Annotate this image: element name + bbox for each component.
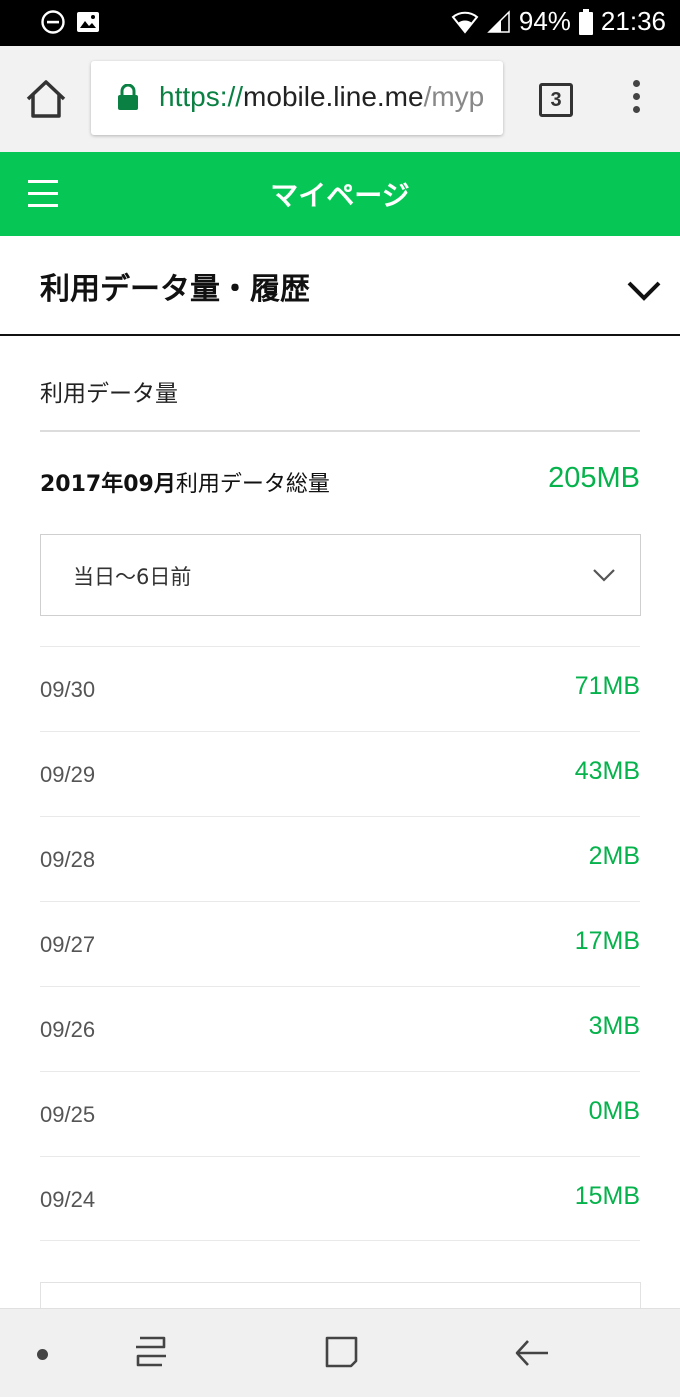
page-title: マイページ	[270, 179, 410, 212]
lock-icon	[117, 83, 139, 114]
usage-date: 09/25	[40, 1102, 96, 1127]
usage-amount: 15MB	[574, 1182, 640, 1210]
battery-icon	[578, 8, 593, 35]
recent-apps-icon[interactable]	[132, 1335, 168, 1373]
image-icon	[76, 10, 100, 34]
back-arrow-icon[interactable]	[514, 1338, 550, 1372]
wifi-icon	[451, 10, 479, 34]
battery-percent: 94%	[518, 6, 571, 36]
system-nav-bar	[0, 1308, 680, 1397]
clock: 21:36	[600, 6, 666, 36]
date-range-select[interactable]: 当日〜6日前	[40, 534, 641, 616]
chevron-down-icon	[592, 567, 616, 587]
usage-date: 09/26	[40, 1017, 96, 1042]
usage-date: 09/30	[40, 677, 96, 702]
list-item: 09/25 0MB	[40, 1071, 640, 1156]
usage-amount: 17MB	[574, 927, 640, 955]
app-header: マイページ	[0, 152, 680, 236]
usage-amount: 71MB	[574, 672, 640, 700]
usage-amount: 43MB	[574, 757, 640, 785]
url-path: /myp	[423, 81, 485, 112]
tab-switcher-button[interactable]: 3	[539, 83, 573, 117]
total-usage-label: 2017年09月利用データ総量	[40, 466, 330, 498]
usage-date: 09/28	[40, 847, 96, 872]
url-host: mobile.line.me	[243, 81, 424, 112]
nav-dot-icon[interactable]	[37, 1349, 48, 1360]
address-bar[interactable]: https://mobile.line.me/myp	[91, 61, 503, 135]
list-item: 09/27 17MB	[40, 901, 640, 986]
section-title: 利用データ量・履歴	[40, 272, 310, 307]
usage-date: 09/24	[40, 1187, 96, 1212]
total-usage-month: 2017年09月	[40, 472, 176, 497]
overflow-menu-icon[interactable]	[624, 80, 648, 120]
chevron-down-icon[interactable]	[626, 280, 662, 306]
subsection-title: 利用データ量	[40, 381, 178, 407]
usage-list: 09/30 71MB 09/29 43MB 09/28 2MB 09/27 17…	[40, 646, 640, 1241]
nav-home-icon[interactable]	[323, 1336, 359, 1374]
url-scheme: https://	[159, 81, 244, 112]
status-bar: 94% 21:36	[0, 0, 680, 46]
list-item: 09/30 71MB	[40, 646, 640, 731]
divider	[40, 430, 640, 432]
status-right: 94% 21:36	[451, 6, 666, 37]
total-usage-text: 利用データ総量	[175, 472, 330, 497]
usage-amount: 2MB	[588, 842, 640, 870]
screen: 94% 21:36 https://mobile.line.me/myp 3 マ…	[0, 0, 680, 1397]
home-icon[interactable]	[24, 78, 68, 120]
usage-date: 09/27	[40, 932, 96, 957]
date-range-selected: 当日〜6日前	[73, 565, 192, 589]
url-text: https://mobile.line.me/myp	[159, 81, 484, 113]
browser-toolbar: https://mobile.line.me/myp 3	[0, 46, 680, 152]
usage-amount: 3MB	[588, 1012, 640, 1040]
usage-amount: 0MB	[588, 1097, 640, 1125]
section-header[interactable]: 利用データ量・履歴	[0, 236, 680, 336]
list-item: 09/24 15MB	[40, 1156, 640, 1241]
signal-icon	[487, 9, 511, 34]
do-not-disturb-icon	[40, 9, 66, 35]
status-left-icons	[40, 9, 100, 35]
total-usage-row: 2017年09月利用データ総量 205MB	[40, 462, 640, 502]
total-usage-value: 205MB	[548, 462, 640, 494]
usage-date: 09/29	[40, 762, 96, 787]
list-item: 09/29 43MB	[40, 731, 640, 816]
list-item: 09/26 3MB	[40, 986, 640, 1071]
list-item: 09/28 2MB	[40, 816, 640, 901]
